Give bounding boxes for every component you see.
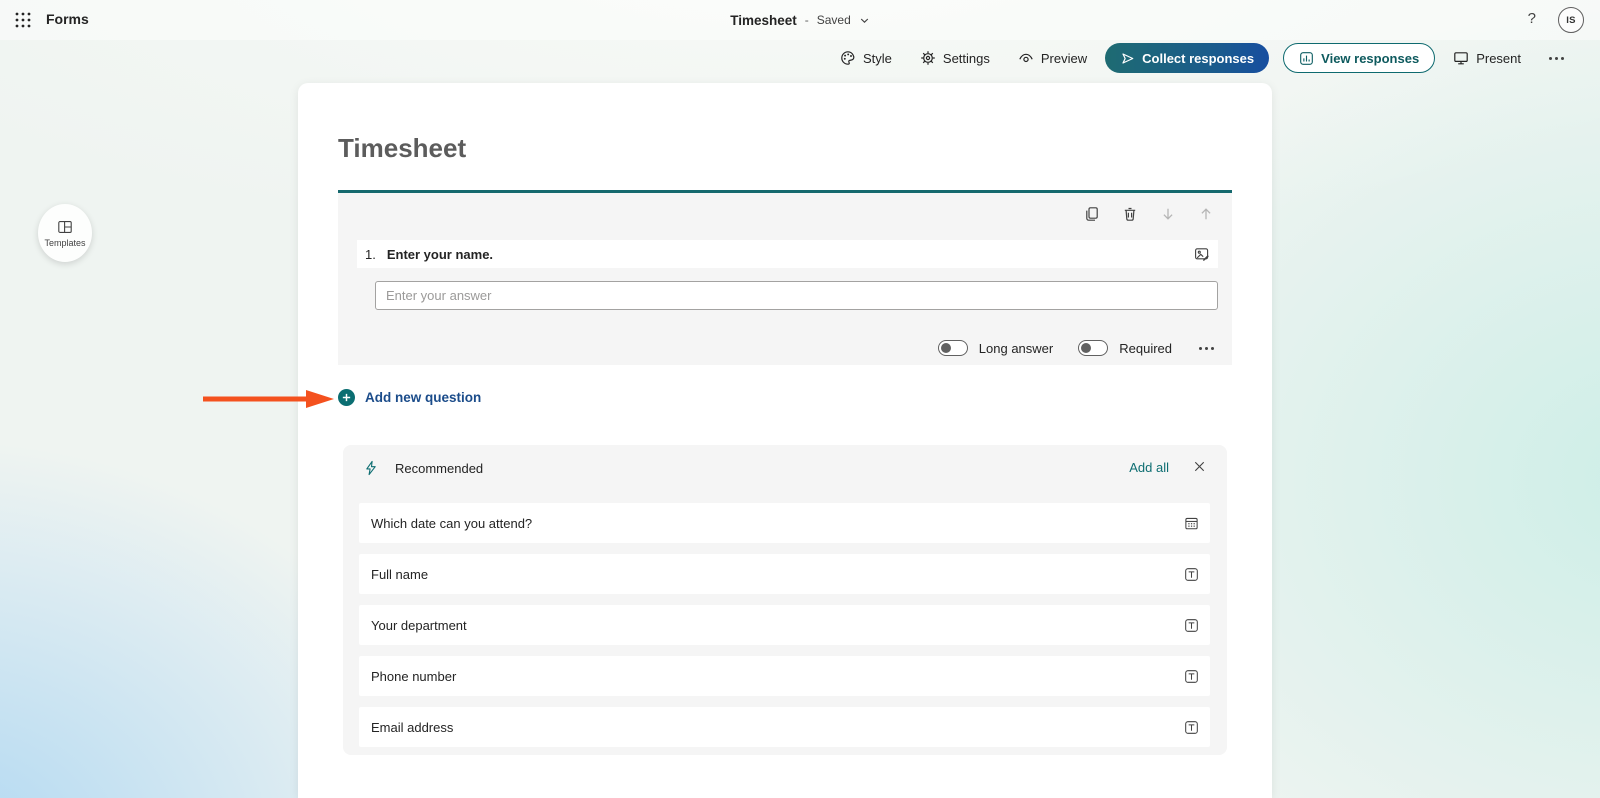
templates-button[interactable]: Templates xyxy=(38,204,92,262)
saved-status: Saved xyxy=(816,13,851,27)
send-icon xyxy=(1120,51,1135,66)
chevron-down-icon[interactable] xyxy=(859,15,870,26)
account-avatar[interactable]: IS xyxy=(1558,7,1584,33)
long-answer-toggle[interactable] xyxy=(937,340,968,356)
collect-responses-label: Collect responses xyxy=(1142,50,1255,66)
text-field-icon xyxy=(1184,669,1199,684)
present-button[interactable]: Present xyxy=(1443,44,1531,72)
recommended-item-department[interactable]: Your department xyxy=(359,605,1210,645)
recommended-header: Recommended Add all xyxy=(343,445,1227,493)
gear-icon xyxy=(920,50,936,66)
top-bar: Forms Timesheet - Saved ? IS xyxy=(0,0,1600,40)
form-title[interactable]: Timesheet xyxy=(338,133,466,164)
question-block[interactable]: 1. Enter your name. Long answer Required xyxy=(338,193,1232,365)
view-responses-label: View responses xyxy=(1321,50,1420,66)
question-actions xyxy=(1084,206,1214,222)
templates-icon xyxy=(57,219,73,235)
title-separator: - xyxy=(804,13,809,27)
help-button[interactable]: ? xyxy=(1528,10,1536,27)
question-more-options-button[interactable] xyxy=(1197,343,1216,354)
delete-question-icon[interactable] xyxy=(1122,206,1138,222)
preview-label: Preview xyxy=(1040,50,1088,66)
required-label: Required xyxy=(1119,340,1172,356)
document-title-group[interactable]: Timesheet - Saved xyxy=(0,0,1600,40)
add-new-question-label: Add new question xyxy=(365,390,482,405)
recommended-panel: Recommended Add all Which date can you a… xyxy=(343,445,1227,755)
form-editor-card: Timesheet 1. Enter your name. Enter your… xyxy=(298,83,1272,798)
recommended-title: Recommended xyxy=(395,461,484,476)
text-field-icon xyxy=(1184,720,1199,735)
templates-label: Templates xyxy=(44,237,86,248)
bar-chart-icon xyxy=(1299,51,1314,66)
recommended-items: Which date can you attend? Full name You… xyxy=(359,503,1210,758)
recommended-item-phone[interactable]: Phone number xyxy=(359,656,1210,696)
required-toggle[interactable] xyxy=(1078,340,1109,356)
settings-label: Settings xyxy=(942,50,990,66)
recommended-item-full-name[interactable]: Full name xyxy=(359,554,1210,594)
eye-icon xyxy=(1018,50,1034,66)
settings-button[interactable]: Settings xyxy=(910,44,1000,72)
question-title-row[interactable]: 1. Enter your name. xyxy=(357,240,1218,268)
text-field-icon xyxy=(1184,567,1199,582)
move-question-down-icon xyxy=(1160,206,1176,222)
question-text[interactable]: Enter your name. xyxy=(387,247,1194,262)
preview-button[interactable]: Preview xyxy=(1008,44,1097,72)
close-icon[interactable] xyxy=(1192,459,1207,474)
add-all-link[interactable]: Add all xyxy=(1129,460,1169,475)
calendar-icon xyxy=(1184,516,1199,531)
style-label: Style xyxy=(863,50,892,66)
question-footer: Long answer Required xyxy=(937,340,1216,356)
toolbar-more-options-button[interactable] xyxy=(1539,49,1574,68)
insert-media-icon[interactable] xyxy=(1194,246,1210,262)
move-question-up-icon xyxy=(1198,206,1214,222)
monitor-icon xyxy=(1453,50,1469,66)
lightning-icon xyxy=(363,460,379,476)
add-new-question-button[interactable]: Add new question xyxy=(338,389,481,406)
collect-responses-button[interactable]: Collect responses xyxy=(1105,43,1270,73)
view-responses-button[interactable]: View responses xyxy=(1283,43,1436,73)
present-label: Present xyxy=(1476,50,1521,66)
command-toolbar: Style Settings Preview Collect responses… xyxy=(830,42,1574,74)
duplicate-question-icon[interactable] xyxy=(1084,206,1100,222)
long-answer-label: Long answer xyxy=(978,340,1054,356)
document-title[interactable]: Timesheet xyxy=(730,13,797,28)
question-number: 1. xyxy=(365,246,376,262)
plus-icon xyxy=(338,389,355,406)
recommended-item-date[interactable]: Which date can you attend? xyxy=(359,503,1210,543)
palette-icon xyxy=(840,50,856,66)
annotation-arrow xyxy=(200,388,336,410)
answer-input[interactable] xyxy=(375,281,1218,310)
text-field-icon xyxy=(1184,618,1199,633)
recommended-item-email[interactable]: Email address xyxy=(359,707,1210,747)
style-button[interactable]: Style xyxy=(830,44,902,72)
